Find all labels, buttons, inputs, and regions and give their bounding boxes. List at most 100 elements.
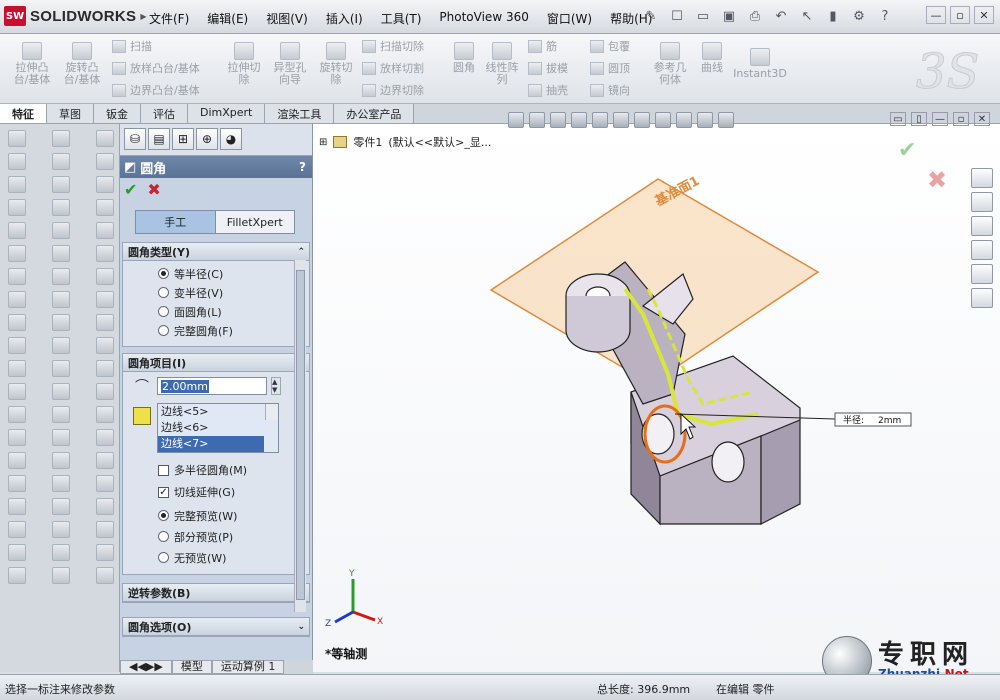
rib-button[interactable]: 筋: [528, 38, 557, 54]
shell-button[interactable]: 抽壳: [528, 82, 568, 98]
tab-office-products[interactable]: 办公室产品: [334, 104, 415, 123]
tool-icon[interactable]: [52, 544, 70, 561]
tab-sketch[interactable]: 草图: [47, 104, 94, 123]
tool-icon[interactable]: [8, 452, 26, 469]
part-face[interactable]: [760, 419, 801, 525]
design-library-icon[interactable]: [971, 192, 993, 212]
tool-icon[interactable]: [8, 314, 26, 331]
tab-motion-study[interactable]: 运动算例 1: [211, 660, 285, 674]
loft-button[interactable]: 放样凸台/基体: [112, 60, 200, 76]
tab-sheet-metal[interactable]: 钣金: [94, 104, 141, 123]
minimize-button[interactable]: —: [926, 6, 946, 24]
loft-cut-button[interactable]: 放样切割: [362, 60, 424, 76]
help-icon[interactable]: ?: [874, 6, 896, 26]
tool-icon[interactable]: [8, 337, 26, 354]
tool-icon[interactable]: [52, 130, 70, 147]
ok-checkmark-icon[interactable]: ✔: [124, 180, 137, 199]
view-palette-icon[interactable]: [971, 240, 993, 260]
tool-icon[interactable]: [96, 406, 114, 423]
wrap-button[interactable]: 包覆: [590, 38, 630, 54]
doc-close-button[interactable]: ✕: [974, 112, 990, 126]
tab-evaluate[interactable]: 评估: [141, 104, 188, 123]
radio-partial-preview[interactable]: 部分预览(P): [123, 526, 309, 547]
radio-face-fillet[interactable]: 面圆角(L): [123, 302, 309, 321]
rebuild-icon[interactable]: ▮: [822, 6, 844, 26]
boss-side[interactable]: [565, 296, 631, 353]
boundary-cut-button[interactable]: 边界切除: [362, 82, 424, 98]
tool-icon[interactable]: [96, 337, 114, 354]
menu-insert[interactable]: 插入(I): [317, 8, 372, 29]
undo-icon[interactable]: ↶: [770, 6, 792, 26]
tool-icon[interactable]: [52, 199, 70, 216]
tool-icon[interactable]: [96, 176, 114, 193]
tool-icon[interactable]: [96, 245, 114, 262]
dome-button[interactable]: 圆顶: [590, 60, 630, 76]
app-logo[interactable]: SW SOLIDWORKS ▶: [4, 6, 147, 26]
spin-up-icon[interactable]: ▲: [272, 378, 280, 386]
save-icon[interactable]: ▣: [718, 6, 740, 26]
open-folder-icon[interactable]: ▭: [692, 6, 714, 26]
radius-input[interactable]: 2.00mm: [157, 377, 267, 395]
tool-icon[interactable]: [96, 452, 114, 469]
tool-icon[interactable]: [52, 406, 70, 423]
tool-icon[interactable]: [8, 176, 26, 193]
tool-icon[interactable]: [52, 475, 70, 492]
instant3d-button[interactable]: Instant3D: [732, 48, 788, 80]
checkbox-tangent-propagation[interactable]: ✓ 切线延伸(G): [123, 481, 309, 503]
tool-icon[interactable]: [8, 567, 26, 584]
tool-icon[interactable]: [96, 291, 114, 308]
tool-icon[interactable]: [52, 291, 70, 308]
graphics-area[interactable]: ▭ ▯ — ▫ ✕ ⊞ 零件1 (默认<<默认>_显... ✔ ✖ 基准面1 半…: [313, 112, 1000, 672]
tool-icon[interactable]: [8, 360, 26, 377]
tool-icon[interactable]: [8, 222, 26, 239]
new-document-icon[interactable]: ☐: [666, 6, 688, 26]
mirror-button[interactable]: 镜向: [590, 82, 630, 98]
tool-icon[interactable]: [8, 199, 26, 216]
tool-icon[interactable]: [8, 245, 26, 262]
fillet-items-header[interactable]: 圆角项目(I)⌃: [123, 354, 309, 372]
property-manager-tab-icon[interactable]: ▤: [148, 128, 170, 150]
radio-full-round[interactable]: 完整圆角(F): [123, 321, 309, 340]
tool-icon[interactable]: [96, 130, 114, 147]
sweep-cut-button[interactable]: 扫描切除: [362, 38, 424, 54]
radio-full-preview[interactable]: 完整预览(W): [123, 505, 309, 526]
curves-button[interactable]: 曲线: [694, 42, 730, 74]
restore-button[interactable]: ▫: [950, 6, 970, 24]
tool-icon[interactable]: [52, 521, 70, 538]
extrude-boss-button[interactable]: 拉伸凸 台/基体: [10, 42, 54, 86]
tool-icon[interactable]: [96, 383, 114, 400]
list-item-selected[interactable]: 边线<7>: [158, 436, 264, 452]
setback-header[interactable]: 逆转参数(B)⌄: [123, 584, 309, 602]
configuration-manager-tab-icon[interactable]: ⊞: [172, 128, 194, 150]
tool-icon[interactable]: [8, 544, 26, 561]
radio-variable-radius[interactable]: 变半径(V): [123, 283, 309, 302]
tool-icon[interactable]: [96, 222, 114, 239]
revolve-cut-button[interactable]: 旋转切 除: [314, 42, 358, 86]
tool-icon[interactable]: [8, 383, 26, 400]
tool-icon[interactable]: [52, 429, 70, 446]
tool-icon[interactable]: [96, 199, 114, 216]
tool-icon[interactable]: [96, 544, 114, 561]
tool-icon[interactable]: [96, 475, 114, 492]
tool-icon[interactable]: [96, 153, 114, 170]
tool-icon[interactable]: [52, 153, 70, 170]
custom-properties-icon[interactable]: [971, 288, 993, 308]
expand-icon[interactable]: ⌄: [297, 622, 305, 632]
print-icon[interactable]: ⎙: [744, 6, 766, 26]
menu-view[interactable]: 视图(V): [257, 8, 317, 29]
spin-down-icon[interactable]: ▼: [272, 386, 280, 394]
tool-icon[interactable]: [96, 314, 114, 331]
checkbox-multi-radius[interactable]: 多半径圆角(M): [123, 459, 309, 481]
tool-icon[interactable]: [96, 268, 114, 285]
list-item[interactable]: 边线<5>: [158, 404, 278, 420]
tool-icon[interactable]: [52, 567, 70, 584]
filletxpert-mode-button[interactable]: FilletXpert: [215, 211, 294, 233]
hole[interactable]: [711, 441, 745, 483]
tool-icon[interactable]: [52, 245, 70, 262]
scrollbar-thumb[interactable]: [296, 270, 305, 600]
tab-dimxpert[interactable]: DimXpert: [188, 104, 266, 123]
edge-list[interactable]: 边线<5> 边线<6> 边线<7>: [157, 403, 279, 453]
tool-icon[interactable]: [52, 498, 70, 515]
tool-icon[interactable]: [8, 498, 26, 515]
tool-icon[interactable]: [8, 291, 26, 308]
